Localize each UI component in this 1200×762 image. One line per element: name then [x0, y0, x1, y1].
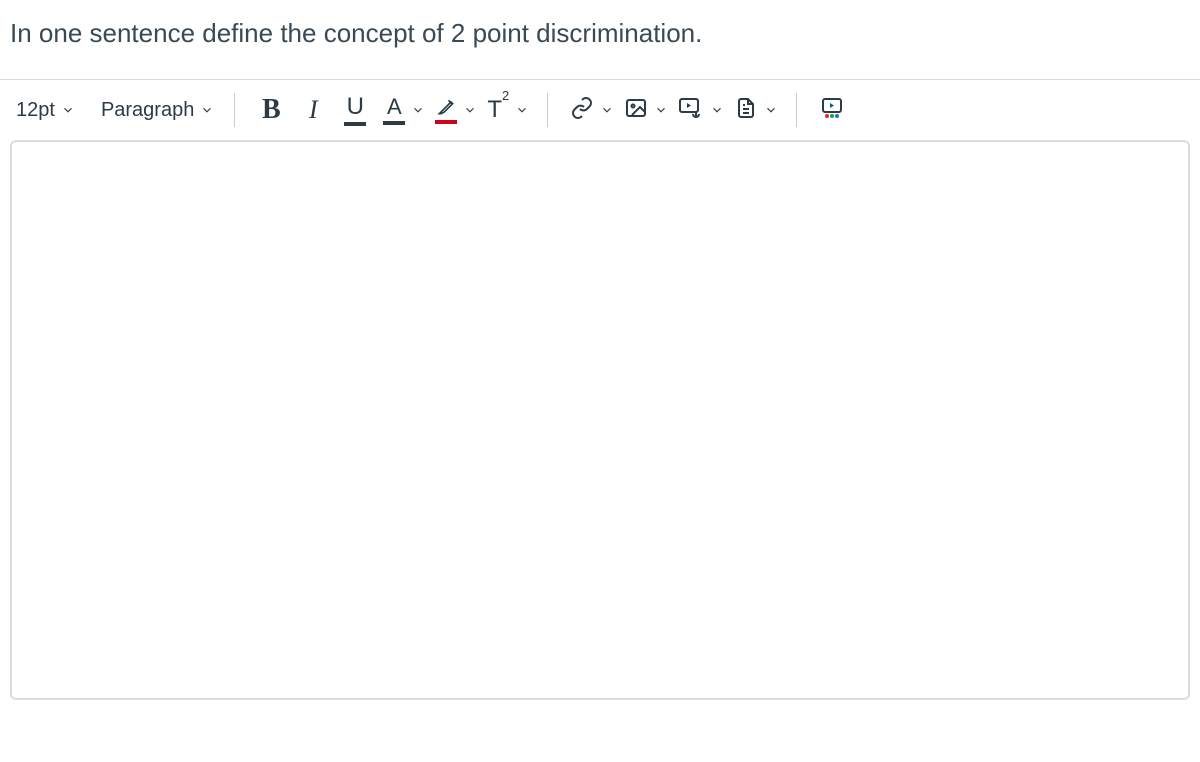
italic-icon: I: [309, 95, 318, 125]
media-button[interactable]: [672, 90, 726, 130]
editor-textarea[interactable]: [10, 140, 1190, 700]
bold-icon: B: [262, 94, 281, 126]
chevron-down-icon: [411, 103, 425, 117]
block-format-select[interactable]: Paragraph: [97, 95, 218, 126]
document-button[interactable]: [728, 90, 780, 130]
underline-button[interactable]: U: [335, 90, 375, 130]
chevron-down-icon: [61, 103, 75, 117]
link-button[interactable]: [564, 90, 616, 130]
highlight-color-button[interactable]: [429, 90, 479, 130]
chevron-down-icon: [654, 103, 668, 117]
format-group: 12pt Paragraph: [12, 95, 218, 126]
highlight-icon: [435, 97, 457, 124]
text-color-button[interactable]: A: [377, 90, 427, 130]
chevron-down-icon: [710, 103, 724, 117]
underline-icon: U: [344, 95, 366, 126]
block-format-label: Paragraph: [101, 99, 194, 122]
image-button[interactable]: [618, 90, 670, 130]
italic-button[interactable]: I: [293, 90, 333, 130]
toolbar: 12pt Paragraph B I: [0, 80, 1200, 140]
toolbar-divider: [234, 93, 235, 127]
editor-area-wrap: [0, 140, 1200, 700]
media-icon: [678, 96, 704, 125]
app-icon: [820, 96, 846, 125]
superscript-icon: T2: [487, 96, 509, 124]
app-button[interactable]: [813, 90, 853, 130]
question-prompt: In one sentence define the concept of 2 …: [0, 0, 1200, 79]
chevron-down-icon: [463, 103, 477, 117]
apps-group: [813, 90, 853, 130]
chevron-down-icon: [600, 103, 614, 117]
toolbar-divider: [547, 93, 548, 127]
rich-text-editor: 12pt Paragraph B I: [0, 79, 1200, 700]
superscript-button[interactable]: T2: [481, 90, 531, 130]
chevron-down-icon: [764, 103, 778, 117]
image-icon: [624, 96, 648, 125]
chevron-down-icon: [200, 103, 214, 117]
font-size-select[interactable]: 12pt: [12, 95, 79, 126]
bold-button[interactable]: B: [251, 90, 291, 130]
document-icon: [734, 96, 758, 125]
link-icon: [570, 96, 594, 125]
text-color-icon: A: [383, 96, 405, 125]
chevron-down-icon: [515, 103, 529, 117]
font-size-label: 12pt: [16, 99, 55, 122]
text-style-group: B I U A: [251, 90, 531, 130]
toolbar-divider: [796, 93, 797, 127]
insert-group: [564, 90, 780, 130]
